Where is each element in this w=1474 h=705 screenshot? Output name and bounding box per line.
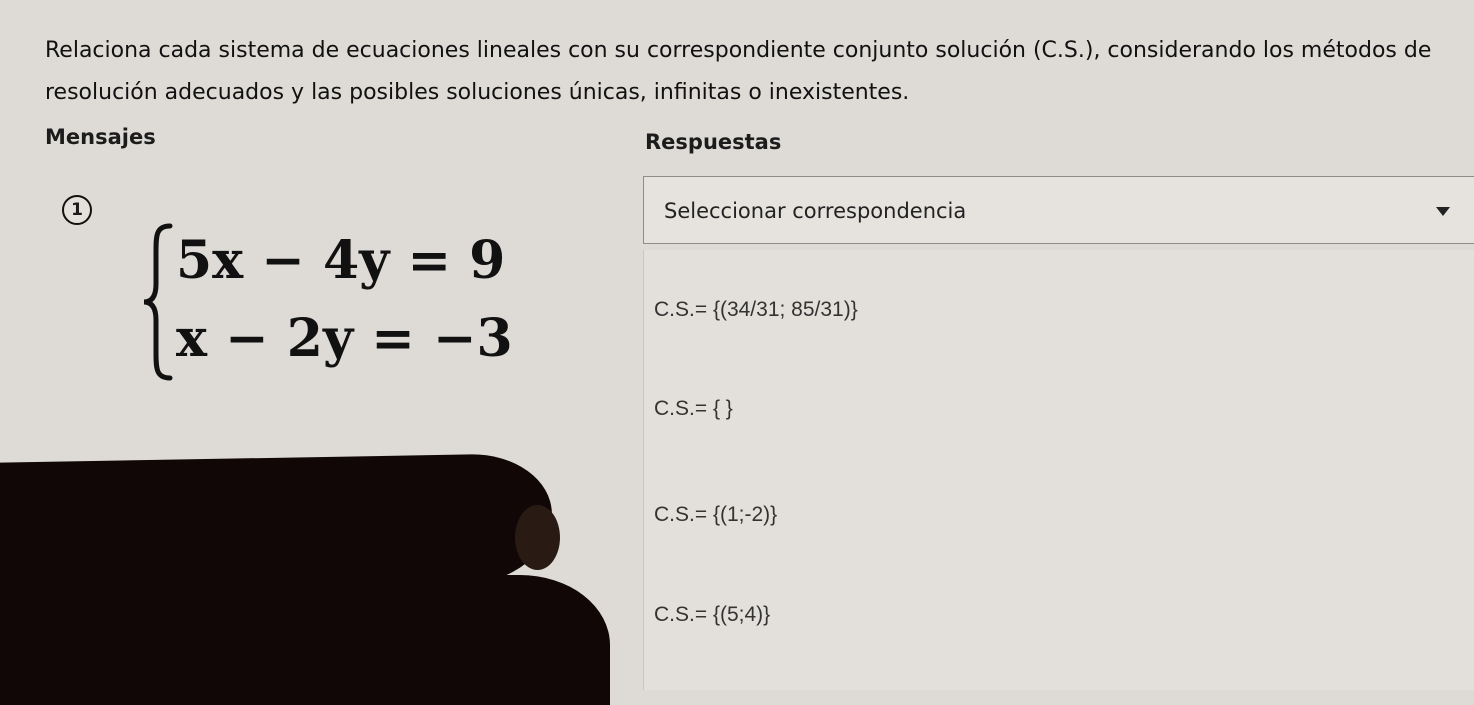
dropdown-arrow-icon bbox=[1436, 207, 1450, 216]
instructions-text: Relaciona cada sistema de ecuaciones lin… bbox=[45, 38, 1432, 105]
select-placeholder: Seleccionar correspondencia bbox=[664, 199, 967, 223]
column-header-respuestas: Respuestas bbox=[645, 130, 782, 154]
option-item[interactable]: C.S.= {(5;4)} bbox=[654, 603, 770, 627]
finger-occlusion-top bbox=[0, 453, 554, 593]
option-item[interactable]: C.S.= {(34/31; 85/31)} bbox=[654, 298, 858, 322]
equation-2: x − 2y = −3 bbox=[176, 308, 513, 369]
column-header-mensajes: Mensajes bbox=[45, 125, 156, 149]
correspondence-select[interactable]: Seleccionar correspondencia bbox=[643, 176, 1474, 244]
options-list: C.S.= {(34/31; 85/31)} C.S.= { } C.S.= {… bbox=[643, 250, 1474, 690]
option-item[interactable]: C.S.= {(1;-2)} bbox=[654, 503, 777, 527]
left-brace-icon bbox=[143, 223, 173, 381]
equation-1: 5x − 4y = 9 bbox=[176, 230, 506, 291]
question-number-badge: 1 bbox=[62, 195, 92, 225]
option-item[interactable]: C.S.= { } bbox=[654, 397, 733, 421]
equation-system: 5x − 4y = 9 x − 2y = −3 bbox=[140, 222, 560, 382]
finger-occlusion-bottom bbox=[0, 575, 610, 705]
fingertip-occlusion bbox=[515, 505, 560, 570]
